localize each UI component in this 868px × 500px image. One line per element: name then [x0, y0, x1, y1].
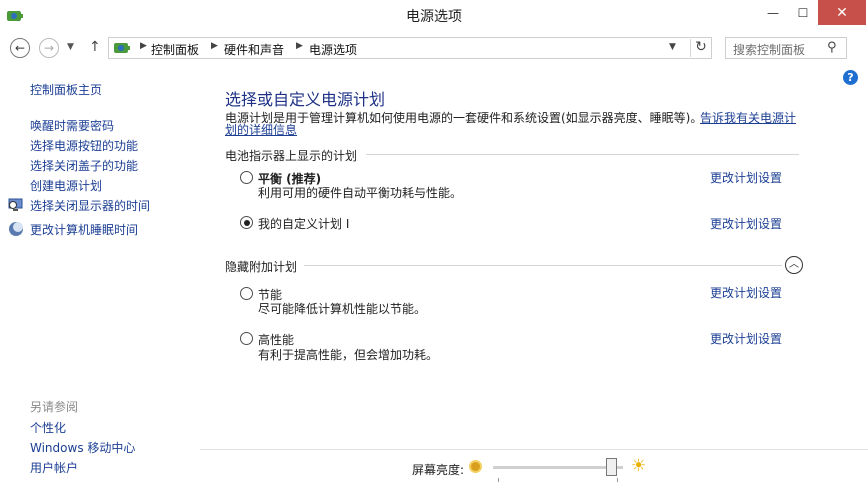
slider-tick: [498, 478, 499, 482]
learn-more-link[interactable]: 告诉我有关电源计: [700, 109, 796, 126]
sleep-icon: [9, 222, 23, 236]
up-level-button[interactable]: ↑: [89, 39, 101, 55]
slider-tick: [617, 478, 618, 482]
sidebar-item-lid-close[interactable]: 选择关闭盖子的功能: [30, 157, 138, 174]
brightness-label: 屏幕亮度:: [412, 463, 465, 477]
display-timer-icon: [8, 198, 23, 211]
plan-desc-high-performance: 有利于提高性能，但会增加功耗。: [258, 348, 439, 362]
forward-button[interactable]: →: [39, 38, 59, 58]
recent-locations-dropdown[interactable]: ▼: [67, 42, 74, 52]
sidebar-item-power-button[interactable]: 选择电源按钮的功能: [30, 137, 138, 154]
see-also-heading: 另请参阅: [30, 400, 79, 414]
sidebar-item-sleep-time[interactable]: 更改计算机睡眠时间: [30, 221, 138, 238]
bright-brightness-icon: ☀: [631, 456, 647, 476]
close-button[interactable]: ✕: [818, 0, 866, 25]
plan-radio-high-performance[interactable]: [240, 332, 253, 345]
breadcrumb-separator[interactable]: ▶: [140, 41, 147, 51]
divider: [366, 154, 799, 155]
breadcrumb-hardware-sound[interactable]: 硬件和声音: [224, 41, 284, 58]
change-plan-settings-power-saver[interactable]: 更改计划设置: [710, 284, 782, 301]
plan-desc-balanced: 利用可用的硬件自动平衡功耗与性能。: [258, 186, 463, 200]
sidebar-item-display-off[interactable]: 选择关闭显示器的时间: [30, 197, 150, 214]
address-dropdown[interactable]: ▼: [669, 42, 676, 52]
help-icon[interactable]: ?: [843, 70, 858, 85]
change-plan-settings-balanced[interactable]: 更改计划设置: [710, 169, 782, 186]
minimize-button[interactable]: —: [758, 0, 788, 25]
breadcrumb-power-options[interactable]: 电源选项: [309, 41, 357, 58]
see-also-personalization[interactable]: 个性化: [30, 419, 66, 436]
page-title: 选择或自定义电源计划: [225, 90, 386, 109]
breadcrumb-separator[interactable]: ▶: [211, 41, 218, 51]
back-button[interactable]: ←: [10, 38, 30, 58]
learn-more-link-continued[interactable]: 划的详细信息: [225, 121, 297, 138]
sidebar-item-create-plan[interactable]: 创建电源计划: [30, 177, 102, 194]
plan-desc-power-saver: 尽可能降低计算机性能以节能。: [258, 302, 427, 316]
group-heading-battery-plans: 电池指示器上显示的计划: [225, 149, 358, 163]
refresh-button[interactable]: ↻: [690, 39, 711, 57]
see-also-mobility-center[interactable]: Windows 移动中心: [30, 439, 135, 456]
divider: [304, 265, 782, 266]
brightness-slider-track[interactable]: [493, 466, 623, 469]
see-also-user-accounts[interactable]: 用户帐户: [30, 459, 78, 476]
plan-radio-power-saver[interactable]: [240, 287, 253, 300]
change-plan-settings-custom[interactable]: 更改计划设置: [710, 215, 782, 232]
plan-name-custom[interactable]: 我的自定义计划 I: [258, 215, 349, 232]
maximize-button[interactable]: ☐: [788, 0, 818, 25]
breadcrumb-separator[interactable]: ▶: [296, 41, 303, 51]
change-plan-settings-high-performance[interactable]: 更改计划设置: [710, 330, 782, 347]
divider: [200, 449, 868, 450]
window-title: 电源选项: [406, 9, 462, 25]
sidebar-home-link[interactable]: 控制面板主页: [30, 81, 102, 98]
breadcrumb-control-panel[interactable]: 控制面板: [151, 41, 199, 58]
control-panel-icon: [114, 43, 130, 53]
search-icon[interactable]: ⚲: [827, 40, 837, 55]
search-placeholder: 搜索控制面板: [733, 43, 806, 57]
plan-radio-balanced[interactable]: [240, 171, 253, 184]
brightness-slider-thumb[interactable]: [606, 458, 618, 476]
dim-brightness-icon: [469, 460, 482, 473]
collapse-hidden-plans-button[interactable]: ︿: [785, 256, 803, 274]
group-heading-hidden-plans: 隐藏附加计划: [225, 260, 298, 274]
plan-radio-custom[interactable]: [240, 216, 253, 229]
sidebar-item-wake-password[interactable]: 唤醒时需要密码: [30, 117, 114, 134]
